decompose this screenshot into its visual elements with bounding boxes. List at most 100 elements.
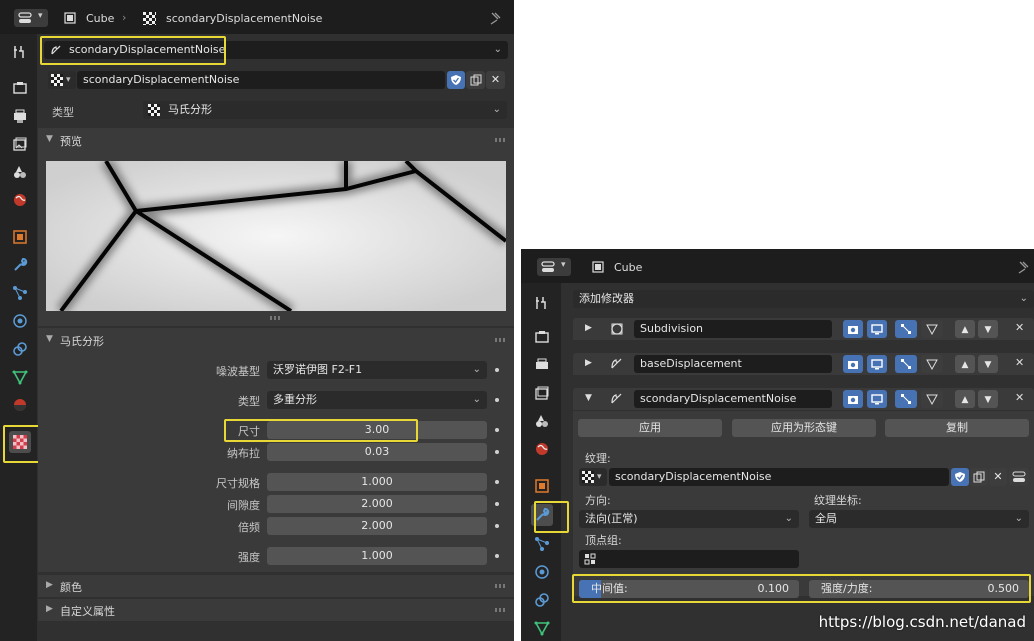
- unlink-button[interactable]: ✕: [486, 71, 505, 89]
- pin-icon[interactable]: [488, 11, 502, 25]
- move-down-button[interactable]: ▼: [978, 355, 998, 373]
- vertex-group-field[interactable]: [579, 550, 799, 568]
- pin-icon[interactable]: [1016, 260, 1030, 274]
- show-in-viewport-toggle[interactable]: [867, 390, 887, 408]
- tab-tool[interactable]: [531, 292, 553, 314]
- modifier-texture-field[interactable]: scondaryDisplacementNoise: [609, 468, 949, 486]
- tab-view-layer[interactable]: [531, 382, 553, 404]
- intensity-field[interactable]: 1.000: [267, 547, 487, 565]
- noise-basis-dropdown[interactable]: 沃罗诺伊图 F2-F1 ⌄: [267, 361, 487, 379]
- show-in-viewport-toggle[interactable]: [867, 320, 887, 338]
- tab-modifiers[interactable]: [9, 254, 31, 276]
- show-in-editmode-toggle[interactable]: [843, 390, 863, 408]
- tab-view-layer[interactable]: [9, 133, 31, 155]
- tab-constraints[interactable]: [531, 589, 553, 611]
- show-in-editmode-toggle[interactable]: [843, 320, 863, 338]
- close-icon[interactable]: ✕: [1015, 356, 1024, 369]
- keyframe-dot-icon[interactable]: [495, 398, 499, 402]
- browse-texture-button[interactable]: ▾: [579, 468, 607, 486]
- tab-constraints[interactable]: [9, 338, 31, 360]
- modifier-name-field[interactable]: Subdivision: [634, 320, 832, 338]
- fake-user-button[interactable]: [447, 71, 465, 89]
- keyframe-dot-icon[interactable]: [495, 428, 499, 432]
- close-icon[interactable]: ✕: [1015, 391, 1024, 404]
- show-in-editmode-toggle[interactable]: [895, 355, 917, 373]
- move-up-button[interactable]: ▲: [955, 320, 975, 338]
- browse-texture-button[interactable]: ▾: [48, 71, 76, 89]
- on-cage-toggle[interactable]: [921, 390, 943, 408]
- tab-physics[interactable]: [9, 310, 31, 332]
- custom-props-section-header[interactable]: ▶ 自定义属性: [38, 599, 514, 621]
- tab-object[interactable]: [9, 226, 31, 248]
- editor-type-button[interactable]: ▾: [537, 258, 571, 276]
- add-modifier-dropdown[interactable]: 添加修改器 ⌄: [573, 290, 1034, 308]
- collapse-triangle-icon[interactable]: ▼: [585, 393, 592, 403]
- tab-output[interactable]: [531, 354, 553, 376]
- preview-resize-handle-icon[interactable]: [270, 316, 282, 320]
- texture-type-dropdown[interactable]: 马氏分形 ⌄: [143, 101, 507, 119]
- tab-render[interactable]: [9, 77, 31, 99]
- tab-scene[interactable]: [531, 410, 553, 432]
- tab-world[interactable]: [9, 189, 31, 211]
- tab-output[interactable]: [9, 105, 31, 127]
- keyframe-dot-icon[interactable]: [495, 554, 499, 558]
- move-up-button[interactable]: ▲: [955, 355, 975, 373]
- dimension-field[interactable]: 1.000: [267, 473, 487, 491]
- drag-handle-icon[interactable]: [495, 138, 507, 142]
- editor-type-button[interactable]: ▾: [14, 9, 48, 27]
- drag-handle-icon[interactable]: [495, 608, 507, 612]
- keyframe-dot-icon[interactable]: [495, 450, 499, 454]
- expand-triangle-icon[interactable]: ▶: [585, 323, 592, 333]
- tab-data[interactable]: [531, 617, 553, 639]
- nabla-field[interactable]: 0.03: [267, 443, 487, 461]
- tab-data[interactable]: [9, 366, 31, 388]
- tab-particles[interactable]: [9, 282, 31, 304]
- fractal-section-header[interactable]: ▼ 马氏分形: [38, 328, 514, 352]
- show-in-viewport-toggle[interactable]: [867, 355, 887, 373]
- drag-handle-icon[interactable]: [495, 338, 507, 342]
- show-in-editmode-toggle[interactable]: [895, 320, 917, 338]
- lacunarity-field[interactable]: 2.000: [267, 495, 487, 513]
- move-up-button[interactable]: ▲: [955, 390, 975, 408]
- apply-button[interactable]: 应用: [578, 419, 722, 437]
- tab-particles[interactable]: [531, 533, 553, 555]
- move-down-button[interactable]: ▼: [978, 390, 998, 408]
- octaves-field[interactable]: 2.000: [267, 517, 487, 535]
- keyframe-dot-icon[interactable]: [495, 480, 499, 484]
- on-cage-toggle[interactable]: [921, 320, 943, 338]
- texture-properties-button[interactable]: [1009, 468, 1029, 486]
- expand-triangle-icon: ▶: [46, 604, 53, 614]
- keyframe-dot-icon[interactable]: [495, 502, 499, 506]
- show-in-editmode-toggle[interactable]: [895, 390, 917, 408]
- apply-as-shapekey-button[interactable]: 应用为形态键: [732, 419, 876, 437]
- expand-triangle-icon[interactable]: ▶: [585, 358, 592, 368]
- colors-section-header[interactable]: ▶ 颜色: [38, 575, 514, 597]
- modifier-name-field[interactable]: baseDisplacement: [634, 355, 832, 373]
- tab-scene[interactable]: [9, 161, 31, 183]
- keyframe-dot-icon[interactable]: [495, 368, 499, 372]
- on-cage-toggle[interactable]: [921, 355, 943, 373]
- preview-section-header[interactable]: ▼ 预览: [38, 128, 514, 152]
- musgrave-type-dropdown[interactable]: 多重分形 ⌄: [267, 391, 487, 409]
- tab-material[interactable]: [9, 394, 31, 416]
- keyframe-dot-icon[interactable]: [495, 524, 499, 528]
- tab-world[interactable]: [531, 438, 553, 460]
- texture-coords-dropdown[interactable]: 全局 ⌄: [809, 510, 1029, 528]
- drag-handle-icon[interactable]: [495, 584, 507, 588]
- duplicate-button[interactable]: [466, 71, 485, 89]
- copy-button[interactable]: 复制: [885, 419, 1029, 437]
- direction-dropdown[interactable]: 法向(正常) ⌄: [579, 510, 799, 528]
- duplicate-button[interactable]: [970, 468, 988, 486]
- unlink-button[interactable]: ✕: [989, 468, 1007, 486]
- tab-tool[interactable]: [9, 41, 31, 63]
- move-down-button[interactable]: ▼: [978, 320, 998, 338]
- close-icon[interactable]: ✕: [1015, 321, 1024, 334]
- fake-user-button[interactable]: [951, 468, 969, 486]
- chevron-down-icon: ⌄: [784, 513, 793, 524]
- tab-physics[interactable]: [531, 561, 553, 583]
- show-in-editmode-toggle[interactable]: [843, 355, 863, 373]
- modifier-name-field[interactable]: scondaryDisplacementNoise: [634, 390, 832, 408]
- tab-render[interactable]: [531, 326, 553, 348]
- texture-name-field[interactable]: scondaryDisplacementNoise: [77, 71, 445, 89]
- tab-object[interactable]: [531, 475, 553, 497]
